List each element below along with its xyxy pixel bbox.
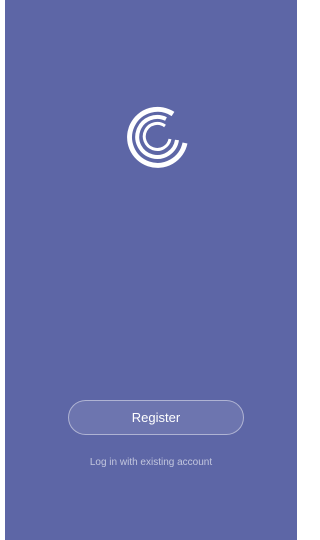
onboarding-screen: Register Log in with existing account (5, 0, 297, 540)
register-button[interactable]: Register (68, 400, 244, 435)
login-existing-account-link[interactable]: Log in with existing account (5, 457, 297, 468)
app-logo-icon (122, 100, 194, 172)
